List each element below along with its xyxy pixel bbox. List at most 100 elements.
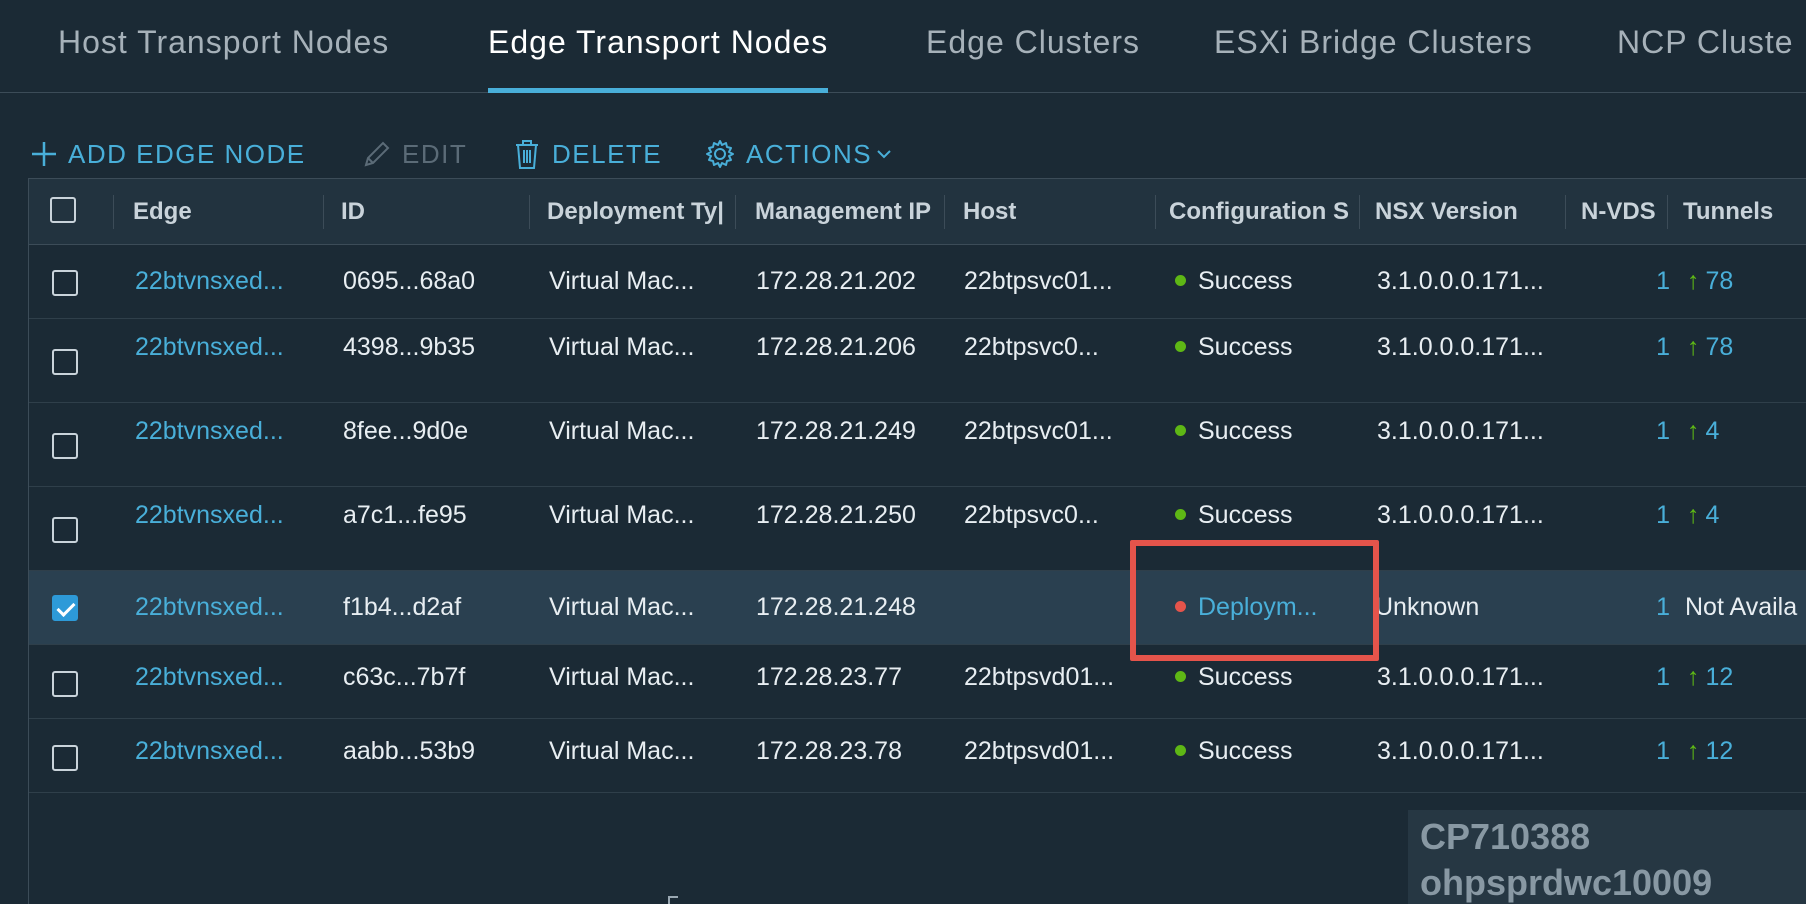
host: 22btpsvc0... [964, 333, 1099, 361]
deployment-type: Virtual Mac... [549, 267, 695, 295]
configuration-state: Success [1175, 267, 1292, 296]
configuration-state: Success [1175, 737, 1292, 766]
deployment-type: Virtual Mac... [549, 737, 695, 765]
management-ip: 172.28.23.78 [756, 737, 902, 765]
tab-esxi-bridge-clusters[interactable]: ESXi Bridge Clusters [1214, 24, 1533, 93]
edge-nodes-grid: Edge ID Deployment Ty| Management IP Hos… [28, 178, 1806, 904]
edge-name-link[interactable]: 22btvnsxed... [135, 267, 284, 296]
row-checkbox[interactable] [52, 349, 78, 375]
configuration-state: Success [1175, 663, 1292, 692]
column-header-nsx-version[interactable]: NSX Version [1375, 179, 1518, 245]
nsx-version: 3.1.0.0.0.171... [1377, 737, 1544, 765]
deployment-type: Virtual Mac... [549, 417, 695, 445]
delete-button[interactable]: DELETE [512, 134, 662, 174]
chevron-down-icon [877, 150, 891, 159]
grid-header: Edge ID Deployment Ty| Management IP Hos… [29, 179, 1806, 245]
nvds-count-link[interactable]: 1 [1640, 267, 1670, 296]
tunnels: Not Availa [1685, 593, 1798, 621]
trash-icon [516, 140, 538, 169]
arrow-up-icon: ↑ [1687, 663, 1700, 691]
edge-name-link[interactable]: 22btvnsxed... [135, 333, 284, 362]
host: 22btpsvc01... [964, 267, 1113, 295]
edit-button[interactable]: EDIT [362, 134, 467, 174]
arrow-up-icon: ↑ [1687, 737, 1700, 765]
nvds-count-link[interactable]: 1 [1640, 663, 1670, 692]
deployment-type: Virtual Mac... [549, 593, 695, 621]
edge-name-link[interactable]: 22btvnsxed... [135, 501, 284, 530]
table-row[interactable]: 22btvnsxed... aabb...53b9 Virtual Mac...… [29, 719, 1806, 793]
tunnels[interactable]: ↑ 12 [1687, 663, 1733, 692]
table-row[interactable]: 22btvnsxed... 4398...9b35 Virtual Mac...… [29, 319, 1806, 403]
row-checkbox[interactable] [52, 671, 78, 697]
tunnels[interactable]: ↑ 4 [1687, 417, 1719, 446]
table-row[interactable]: 22btvnsxed... 8fee...9d0e Virtual Mac...… [29, 403, 1806, 487]
nsx-version: 3.1.0.0.0.171... [1377, 267, 1544, 295]
management-ip: 172.28.21.202 [756, 267, 916, 295]
column-header-edge[interactable]: Edge [133, 179, 192, 245]
arrow-up-icon: ↑ [1687, 501, 1700, 529]
success-dot-icon [1175, 424, 1186, 436]
column-header-configuration-state[interactable]: Configuration S [1169, 179, 1357, 245]
configuration-state: Success [1175, 501, 1292, 530]
tunnels[interactable]: ↑ 78 [1687, 333, 1733, 362]
edge-name-link[interactable]: 22btvnsxed... [135, 737, 284, 766]
watermark-line-2: ohpsprdwc10009 [1420, 862, 1713, 903]
tab-host-transport-nodes[interactable]: Host Transport Nodes [58, 24, 389, 93]
table-row[interactable]: 22btvnsxed... a7c1...fe95 Virtual Mac...… [29, 487, 1806, 571]
nsx-version: 3.1.0.0.0.171... [1377, 417, 1544, 445]
column-header-tunnels[interactable]: Tunnels [1683, 179, 1773, 245]
nsx-version: Unknown [1375, 593, 1480, 621]
column-header-id[interactable]: ID [341, 179, 365, 245]
actions-label: ACTIONS [746, 138, 873, 169]
row-checkbox[interactable] [52, 517, 78, 543]
select-all-checkbox[interactable] [50, 197, 76, 223]
deployment-type: Virtual Mac... [549, 501, 695, 529]
watermark-overlay: CP710388 ohpsprdwc10009 [1408, 810, 1806, 904]
row-checkbox[interactable] [52, 595, 78, 621]
management-ip: 172.28.21.250 [756, 501, 916, 529]
table-row-selected[interactable]: 22btvnsxed... f1b4...d2af Virtual Mac...… [29, 571, 1806, 645]
plus-icon [32, 142, 56, 166]
actions-button[interactable]: ACTIONS [704, 134, 892, 174]
edge-name-link[interactable]: 22btvnsxed... [135, 663, 284, 692]
nvds-count-link[interactable]: 1 [1640, 333, 1670, 362]
configuration-state: Success [1175, 333, 1292, 362]
table-row[interactable]: 22btvnsxed... c63c...7b7f Virtual Mac...… [29, 645, 1806, 719]
tunnels[interactable]: ↑ 4 [1687, 501, 1719, 530]
nvds-count-link[interactable]: 1 [1640, 593, 1670, 622]
deployment-type: Virtual Mac... [549, 333, 695, 361]
tab-edge-clusters[interactable]: Edge Clusters [926, 24, 1140, 93]
mouse-cursor-icon [668, 896, 678, 904]
add-edge-node-label: ADD EDGE NODE [68, 138, 306, 169]
edge-id: 4398...9b35 [343, 333, 476, 361]
column-header-deployment-type[interactable]: Deployment Ty| [547, 179, 733, 245]
highlight-annotation-box [1130, 540, 1379, 661]
tab-edge-transport-nodes[interactable]: Edge Transport Nodes [488, 24, 829, 93]
add-edge-node-button[interactable]: ADD EDGE NODE [30, 134, 306, 174]
table-row[interactable]: 22btvnsxed... 0695...68a0 Virtual Mac...… [29, 245, 1806, 319]
management-ip: 172.28.21.249 [756, 417, 916, 445]
nvds-count-link[interactable]: 1 [1640, 501, 1670, 530]
tunnels[interactable]: ↑ 12 [1687, 737, 1733, 766]
management-ip: 172.28.21.248 [756, 593, 916, 621]
row-checkbox[interactable] [52, 745, 78, 771]
tunnels[interactable]: ↑ 78 [1687, 267, 1733, 296]
nsx-version: 3.1.0.0.0.171... [1377, 501, 1544, 529]
edge-name-link[interactable]: 22btvnsxed... [135, 593, 284, 622]
edge-id: aabb...53b9 [343, 737, 476, 765]
edge-id: f1b4...d2af [343, 593, 462, 621]
edge-id: a7c1...fe95 [343, 501, 467, 529]
success-dot-icon [1175, 744, 1186, 756]
edge-name-link[interactable]: 22btvnsxed... [135, 417, 284, 446]
row-checkbox[interactable] [52, 433, 78, 459]
host: 22btpsvd01... [964, 737, 1115, 765]
nvds-count-link[interactable]: 1 [1640, 417, 1670, 446]
tab-ncp-clusters[interactable]: NCP Cluste [1617, 24, 1794, 93]
row-checkbox[interactable] [52, 270, 78, 296]
column-header-host[interactable]: Host [963, 179, 1016, 245]
edge-id: 8fee...9d0e [343, 417, 469, 445]
configuration-state: Success [1175, 417, 1292, 446]
nvds-count-link[interactable]: 1 [1640, 737, 1670, 766]
column-header-nvds[interactable]: N-VDS [1581, 179, 1656, 245]
column-header-management-ip[interactable]: Management IP [755, 179, 941, 245]
